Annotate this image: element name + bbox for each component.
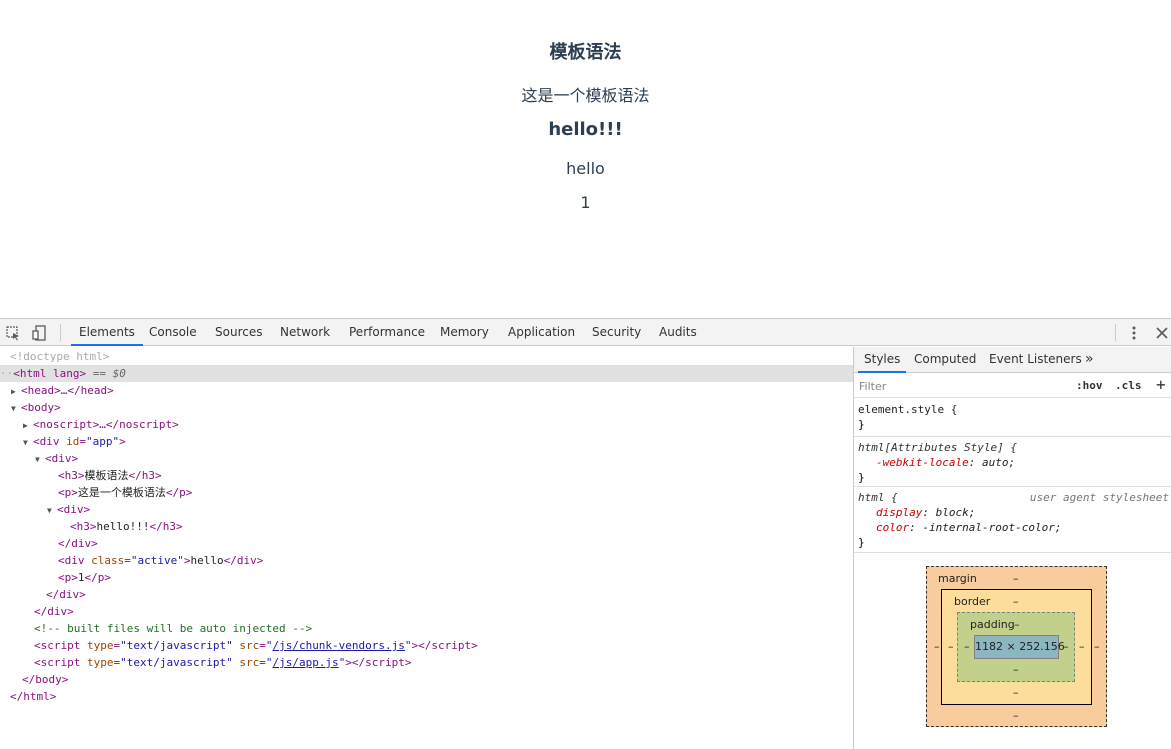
tab-event-listeners[interactable]: Event Listeners — [989, 347, 1082, 372]
collapse-triangle-icon[interactable]: ▼ — [11, 400, 21, 417]
collapse-triangle-icon[interactable]: ▼ — [23, 434, 33, 451]
page-paragraph-1: 这是一个模板语法 — [521, 86, 650, 105]
border-right-value[interactable]: – — [1079, 640, 1085, 653]
tree-node-html[interactable]: ··<html lang> == $0 — [0, 365, 853, 382]
page-viewport: 模板语法 这是一个模板语法 hello!!! hello 1 — [0, 0, 1171, 318]
margin-label: margin — [938, 572, 977, 585]
margin-top-value[interactable]: – — [1013, 572, 1019, 585]
tree-node-div[interactable]: ▼ <div> — [0, 450, 853, 467]
style-rule-html[interactable]: html {user agent stylesheet display: blo… — [854, 487, 1171, 553]
styles-tabs: Styles Computed Event Listeners » — [854, 347, 1171, 373]
tab-network[interactable]: Network — [278, 319, 332, 345]
border-left-value[interactable]: – — [948, 640, 954, 653]
padding-bottom-value[interactable]: – — [1013, 663, 1019, 676]
tree-node-div-active[interactable]: <div class="active">hello</div> — [0, 552, 853, 569]
script-src-link[interactable]: /js/chunk-vendors.js — [272, 639, 404, 652]
tree-node-p-1[interactable]: <p>1</p> — [0, 569, 853, 586]
border-top-value[interactable]: – — [1013, 595, 1019, 608]
styles-filter-row: :hov .cls + — [854, 374, 1171, 398]
toolbar-separator — [1115, 324, 1116, 341]
device-toolbar-icon[interactable] — [29, 323, 49, 343]
expand-triangle-icon[interactable]: ▶ — [11, 383, 21, 400]
tree-node-div-app[interactable]: ▼ <div id="app"> — [0, 433, 853, 450]
user-agent-stylesheet-label: user agent stylesheet — [1029, 491, 1169, 504]
box-model-content[interactable]: 1182 × 252.156 — [974, 635, 1065, 659]
tab-elements[interactable]: Elements — [71, 319, 143, 346]
border-label: border — [954, 595, 991, 608]
script-src-link[interactable]: /js/app.js — [272, 656, 338, 669]
tree-node-p[interactable]: <p>这是一个模板语法</p> — [0, 484, 853, 501]
margin-left-value[interactable]: – — [934, 640, 940, 653]
more-tabs-icon[interactable]: » — [1085, 347, 1094, 372]
expand-triangle-icon[interactable]: ▶ — [23, 417, 33, 434]
hov-toggle[interactable]: :hov — [1076, 379, 1103, 392]
tree-node-div-close[interactable]: </div> — [0, 586, 853, 603]
tab-computed[interactable]: Computed — [914, 347, 976, 372]
padding-top-value[interactable]: – — [1014, 618, 1020, 631]
close-icon[interactable] — [1152, 323, 1171, 343]
padding-left-value[interactable]: – — [964, 640, 970, 653]
page-paragraph-2: 1 — [580, 193, 591, 212]
tab-performance[interactable]: Performance — [347, 319, 427, 345]
styles-filter-input[interactable] — [856, 377, 1068, 395]
style-rule-attributes[interactable]: html[Attributes Style] { -webkit-locale:… — [854, 437, 1171, 487]
tree-node-h3-hello[interactable]: <h3>hello!!!</h3> — [0, 518, 853, 535]
tab-security[interactable]: Security — [590, 319, 643, 345]
tree-node-body[interactable]: ▼ <body> — [0, 399, 853, 416]
tab-console[interactable]: Console — [147, 319, 199, 345]
style-rule-element[interactable]: element.style { } — [854, 400, 1171, 437]
tree-node-head[interactable]: ▶ <head>…</head> — [0, 382, 853, 399]
page-heading-2: hello!!! — [548, 119, 623, 140]
tab-application[interactable]: Application — [506, 319, 577, 345]
tree-node-noscript[interactable]: ▶ <noscript>…</noscript> — [0, 416, 853, 433]
margin-bottom-value[interactable]: – — [1013, 709, 1019, 722]
tree-node-doctype[interactable]: <!doctype html> — [0, 348, 853, 365]
padding-label: padding — [970, 618, 1015, 631]
tab-audits[interactable]: Audits — [657, 319, 699, 345]
tree-node-body-close[interactable]: </body> — [0, 671, 853, 688]
page-heading-1: 模板语法 — [549, 42, 622, 63]
tab-sources[interactable]: Sources — [213, 319, 264, 345]
tab-styles[interactable]: Styles — [857, 347, 907, 373]
page-active-div: hello — [566, 159, 605, 178]
tree-node-script-app[interactable]: <script type="text/javascript" src="/js/… — [0, 654, 853, 671]
inspect-element-icon[interactable] — [3, 323, 23, 343]
tree-node-div-app-close[interactable]: </div> — [0, 603, 853, 620]
cls-toggle[interactable]: .cls — [1115, 379, 1142, 392]
border-bottom-value[interactable]: – — [1013, 686, 1019, 699]
margin-right-value[interactable]: – — [1094, 640, 1100, 653]
tree-node-inner-div-close[interactable]: </div> — [0, 535, 853, 552]
tree-node-h3[interactable]: <h3>模板语法</h3> — [0, 467, 853, 484]
tree-node-comment[interactable]: <!-- built files will be auto injected -… — [0, 620, 853, 637]
tree-node-html-close[interactable]: </html> — [0, 688, 853, 705]
tree-node-script-vendors[interactable]: <script type="text/javascript" src="/js/… — [0, 637, 853, 654]
tab-memory[interactable]: Memory — [438, 319, 491, 345]
collapse-triangle-icon[interactable]: ▼ — [35, 451, 45, 468]
new-style-rule-button[interactable]: + — [1156, 375, 1166, 394]
toolbar-separator — [60, 324, 61, 341]
tree-node-inner-div[interactable]: ▼ <div> — [0, 501, 853, 518]
elements-tree[interactable]: <!doctype html> ··<html lang> == $0 ▶ <he… — [0, 347, 853, 749]
more-options-icon[interactable] — [1124, 323, 1144, 343]
collapse-triangle-icon[interactable]: ▼ — [47, 502, 57, 519]
devtools-toolbar: Elements Console Sources Network Perform… — [0, 319, 1171, 346]
